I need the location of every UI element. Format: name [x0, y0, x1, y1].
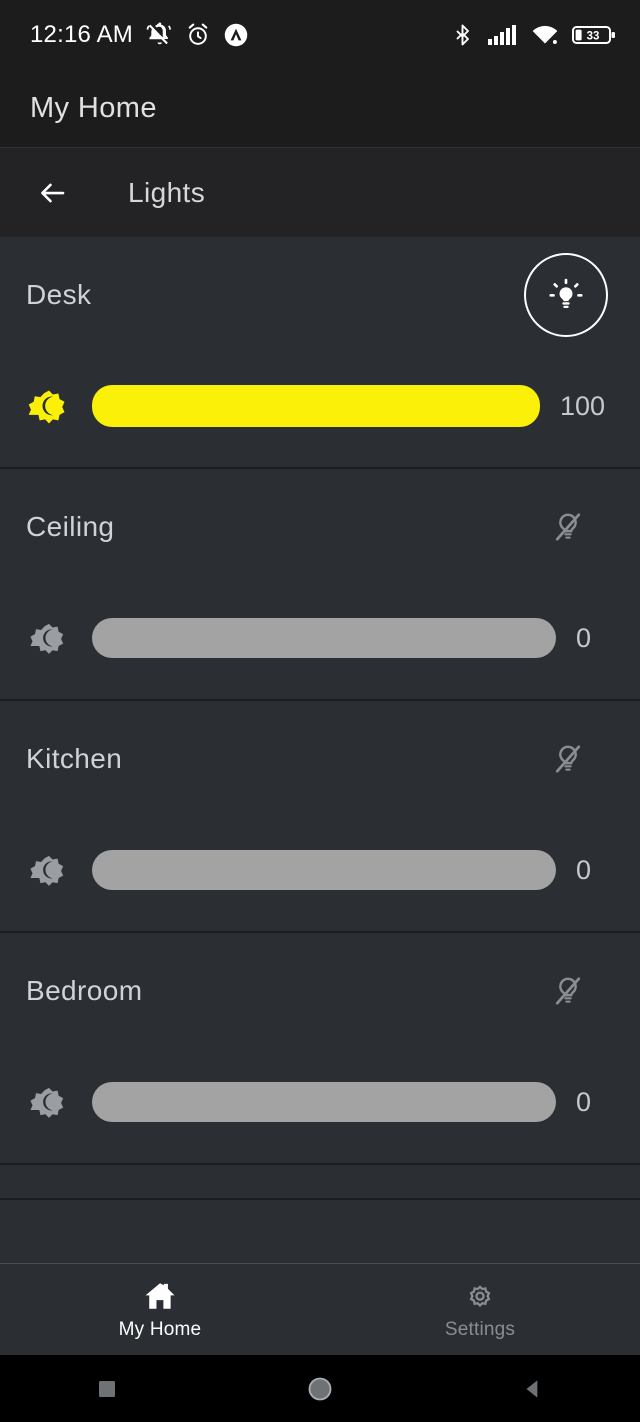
- brightness-icon: [26, 383, 72, 429]
- brightness-value: 100: [560, 390, 606, 421]
- brightness-icon: [26, 1079, 72, 1125]
- light-row-header: Ceiling: [26, 469, 616, 585]
- light-row-ceiling: Ceiling 0: [0, 469, 640, 701]
- lightbulb-on-toggle[interactable]: [524, 253, 608, 337]
- back-button-system[interactable]: [427, 1376, 640, 1402]
- lights-list: Desk 100 Ceiling 0 Kitchen 0 Bedroom 0: [0, 237, 640, 1200]
- brightness-slider-track[interactable]: [92, 385, 540, 427]
- status-bar-clock: 12:16 AM: [30, 21, 134, 48]
- brightness-slider-row: 0: [26, 817, 616, 931]
- home-icon: [145, 1282, 175, 1309]
- tab-settings[interactable]: Settings: [320, 1264, 640, 1355]
- battery-level-text: 33: [587, 30, 600, 42]
- tab-label: My Home: [118, 1318, 202, 1340]
- light-name: Ceiling: [26, 511, 115, 542]
- brightness-icon: [26, 847, 72, 893]
- home-button[interactable]: [213, 1375, 426, 1403]
- bell-muted-icon: [146, 22, 172, 45]
- brightness-slider-row: 0: [26, 585, 616, 699]
- lightbulb-off-toggle[interactable]: [536, 495, 600, 559]
- light-row-header: Kitchen: [26, 701, 616, 817]
- recents-square-icon: [98, 1380, 115, 1397]
- light-row-header: Bedroom: [26, 933, 616, 1049]
- back-triangle-icon: [526, 1379, 538, 1398]
- android-navigation-bar: [0, 1355, 640, 1422]
- lightbulb-off-toggle[interactable]: [536, 959, 600, 1023]
- brightness-value: 0: [576, 854, 592, 885]
- section-header: Lights: [0, 148, 640, 237]
- brightness-slider-row: 0: [26, 1049, 616, 1163]
- light-row-partial: [0, 1165, 640, 1200]
- status-bar-right: 33: [451, 22, 616, 48]
- battery-icon: 33: [572, 26, 615, 44]
- lightbulb-off-icon: [555, 745, 581, 773]
- brightness-slider-track[interactable]: [92, 618, 556, 658]
- brightness-slider-track[interactable]: [92, 850, 556, 890]
- light-row-desk: Desk 100: [0, 237, 640, 469]
- recents-button[interactable]: [0, 1377, 213, 1401]
- light-row-bedroom: Bedroom 0: [0, 933, 640, 1165]
- light-name: Bedroom: [26, 975, 143, 1006]
- bluetooth-icon: [456, 24, 469, 46]
- brightness-slider-row: 100: [26, 353, 616, 467]
- back-arrow-icon: [41, 183, 65, 202]
- lightbulb-off-icon: [555, 977, 581, 1005]
- app-badge-a-icon: [224, 23, 248, 47]
- phone-screen: 12:16 AM 33 My Home Lights Desk 100 Ceil…: [0, 0, 640, 1422]
- tab-label: Settings: [444, 1318, 516, 1340]
- brightness-slider-track[interactable]: [92, 1082, 556, 1122]
- status-bar: 12:16 AM 33: [0, 0, 640, 70]
- light-row-kitchen: Kitchen 0: [0, 701, 640, 933]
- app-title-bar: My Home: [0, 70, 640, 148]
- light-name: Kitchen: [26, 743, 123, 774]
- light-name: Desk: [26, 279, 92, 310]
- alarm-clock-icon: [188, 23, 208, 45]
- gear-icon: [469, 1284, 491, 1307]
- brightness-value: 0: [576, 1086, 592, 1117]
- brightness-icon: [26, 615, 72, 661]
- lightbulb-off-toggle[interactable]: [536, 727, 600, 791]
- cellular-signal-icon: [488, 25, 516, 45]
- lightbulb-off-icon: [555, 513, 581, 541]
- bottom-tab-bar: My Home Settings: [0, 1263, 640, 1355]
- home-circle-icon: [308, 1377, 332, 1400]
- back-button[interactable]: [30, 170, 76, 216]
- lightbulb-on-icon: [549, 278, 583, 308]
- tab-my-home[interactable]: My Home: [0, 1264, 320, 1355]
- section-title: Lights: [128, 176, 206, 208]
- status-bar-left: 12:16 AM: [30, 21, 249, 49]
- page-title: My Home: [30, 92, 157, 124]
- light-row-header: Desk: [26, 237, 616, 353]
- wifi-icon: [532, 25, 558, 44]
- brightness-value: 0: [576, 622, 592, 653]
